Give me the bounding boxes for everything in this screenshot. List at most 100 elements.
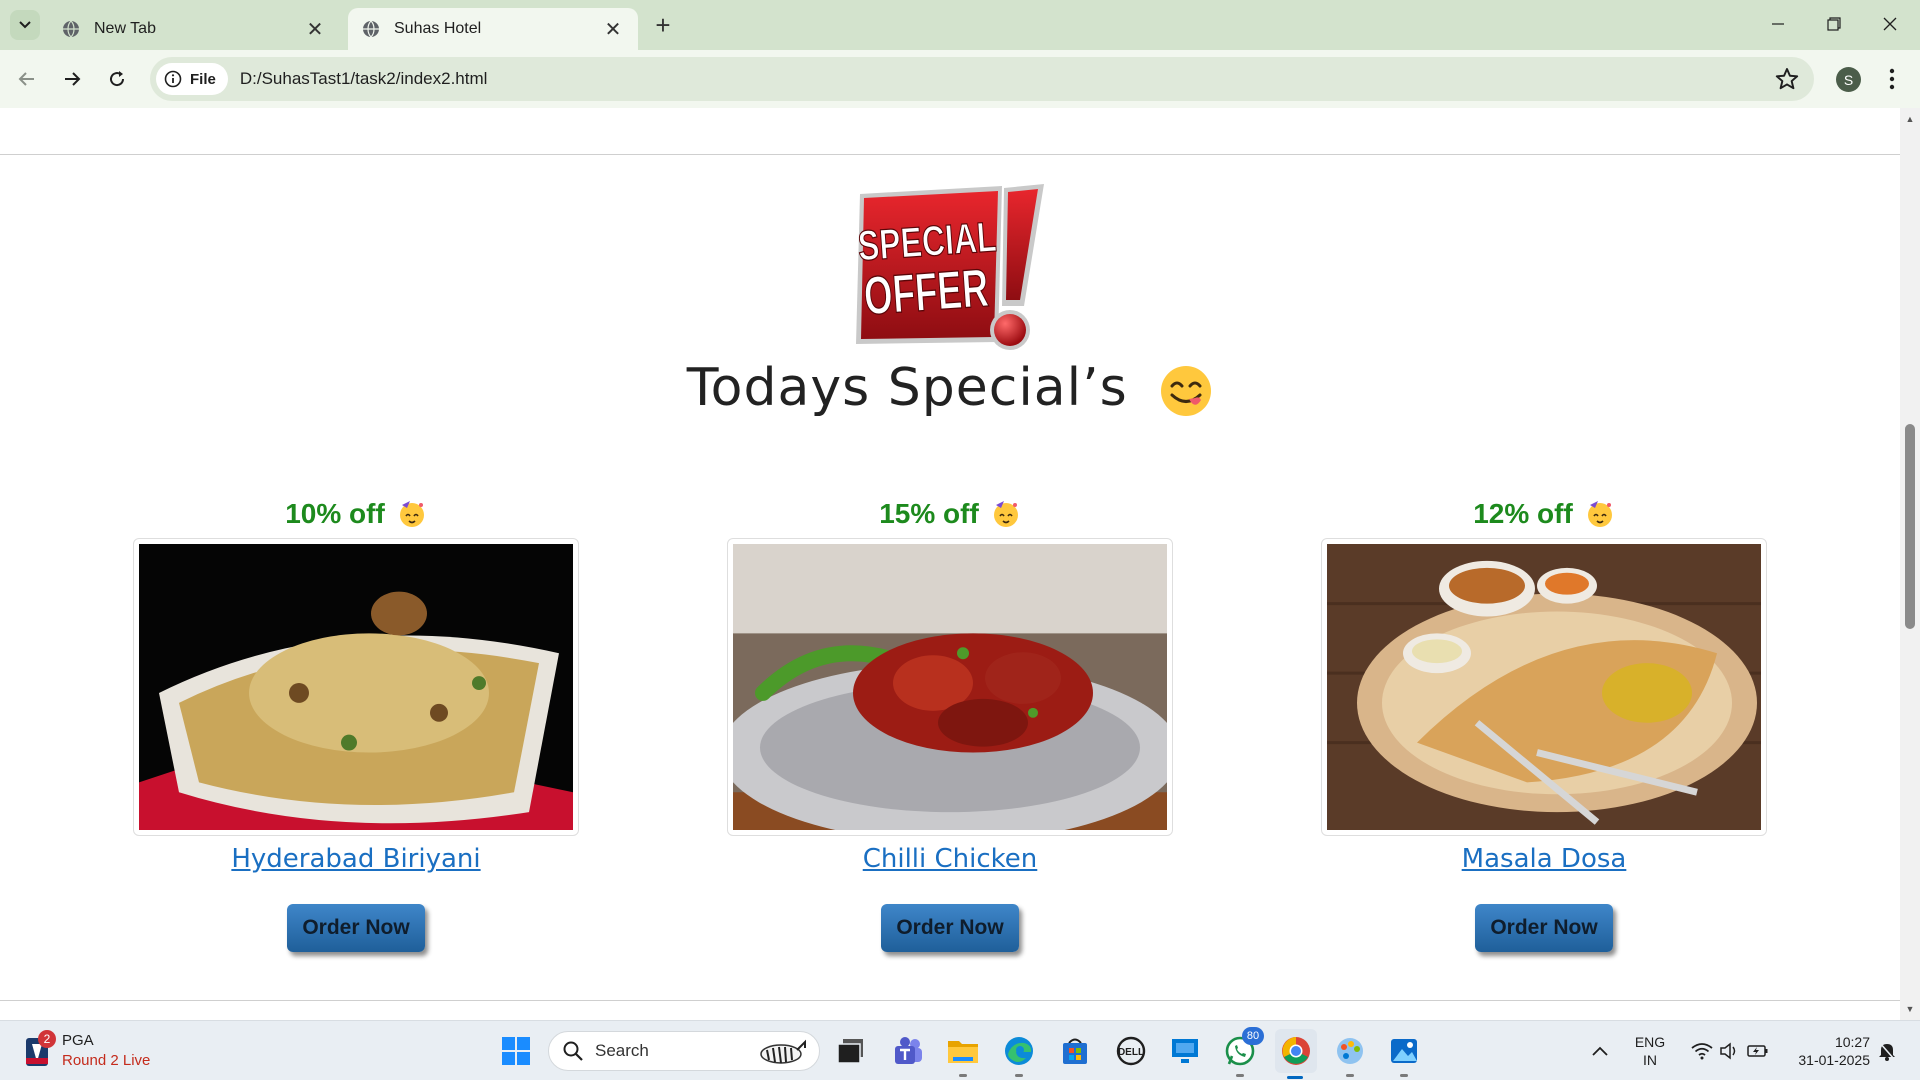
start-button[interactable] bbox=[496, 1031, 536, 1071]
show-hidden-icons-button[interactable] bbox=[1582, 1031, 1618, 1071]
info-icon bbox=[164, 70, 182, 88]
profile-avatar[interactable]: S bbox=[1836, 67, 1861, 92]
running-indicator bbox=[959, 1074, 967, 1077]
address-bar[interactable]: File D:/SuhasTast1/task2/index2.html bbox=[150, 57, 1814, 101]
system-clock[interactable]: 10:27 31-01-2025 bbox=[1784, 1033, 1870, 1069]
page-viewport: SPECIAL OFFER Todays Special’s 10% off H… bbox=[0, 108, 1900, 1020]
tab-title: Suhas Hotel bbox=[394, 20, 482, 37]
discount-text: 10% off bbox=[285, 498, 385, 529]
windows-taskbar: 2 PGA Round 2 Live Search DELL 80 ENG IN… bbox=[0, 1020, 1920, 1080]
site-info-chip[interactable]: File bbox=[156, 63, 228, 95]
dish-link[interactable]: Chilli Chicken bbox=[727, 844, 1173, 874]
whatsapp-button[interactable]: 80 bbox=[1220, 1027, 1264, 1077]
order-now-button[interactable]: Order Now bbox=[1475, 904, 1613, 952]
browser-menu-button[interactable] bbox=[1880, 64, 1904, 94]
running-indicator bbox=[1236, 1074, 1244, 1077]
task-view-button[interactable] bbox=[831, 1031, 871, 1071]
chevron-up-icon bbox=[1592, 1046, 1608, 1056]
dish-photo-frame bbox=[727, 538, 1173, 836]
page-scrollbar[interactable]: ▲ ▼ bbox=[1900, 108, 1920, 1020]
dish-link[interactable]: Hyderabad Biriyani bbox=[133, 844, 579, 874]
news-widget[interactable]: 2 PGA Round 2 Live bbox=[24, 1029, 204, 1073]
language-indicator[interactable]: ENG IN bbox=[1624, 1033, 1676, 1069]
close-window-button[interactable] bbox=[1862, 8, 1918, 40]
url-text[interactable]: D:/SuhasTast1/task2/index2.html bbox=[240, 69, 1774, 89]
masala-dosa-photo bbox=[1327, 544, 1761, 830]
file-explorer-button[interactable] bbox=[943, 1031, 983, 1077]
pga-logo-icon: 2 bbox=[24, 1030, 56, 1068]
discount-text: 12% off bbox=[1473, 498, 1573, 529]
party-face-icon bbox=[1587, 501, 1612, 527]
zebra-search-highlight-icon bbox=[760, 1039, 806, 1064]
site-info-label: File bbox=[190, 70, 216, 88]
clock-time: 10:27 bbox=[1834, 1034, 1870, 1050]
battery-charging-icon bbox=[1747, 1045, 1768, 1057]
new-tab-button[interactable]: + bbox=[650, 10, 676, 40]
dish-link[interactable]: Masala Dosa bbox=[1321, 844, 1767, 874]
store-button[interactable] bbox=[1055, 1031, 1095, 1071]
tab-search-button[interactable] bbox=[10, 10, 40, 40]
close-icon bbox=[1883, 17, 1897, 31]
restore-button[interactable] bbox=[1806, 8, 1862, 40]
chrome-button[interactable] bbox=[1275, 1029, 1317, 1079]
page-title: Todays Special’s bbox=[686, 358, 1128, 418]
close-tab-icon[interactable]: ✕ bbox=[304, 18, 326, 41]
notification-badge: 80 bbox=[1242, 1027, 1264, 1045]
discount-label: 15% off bbox=[727, 494, 1173, 534]
more-vertical-icon bbox=[1889, 68, 1895, 90]
tab-suhas-hotel[interactable]: Suhas Hotel ✕ bbox=[348, 8, 638, 50]
forward-button[interactable] bbox=[55, 62, 89, 96]
browser-toolbar: File D:/SuhasTast1/task2/index2.html S bbox=[0, 50, 1920, 108]
browser-tab-strip: New Tab ✕ Suhas Hotel ✕ + bbox=[0, 0, 1920, 50]
language-code: ENG bbox=[1634, 1034, 1666, 1050]
photos-button[interactable] bbox=[1384, 1031, 1424, 1077]
running-indicator bbox=[1015, 1074, 1023, 1077]
edge-button[interactable] bbox=[999, 1031, 1039, 1077]
svg-text:DELL: DELL bbox=[1118, 1047, 1144, 1058]
scroll-down-arrow-icon[interactable]: ▼ bbox=[1905, 1004, 1915, 1014]
taskbar-search-box[interactable]: Search bbox=[548, 1031, 820, 1071]
reload-icon bbox=[110, 71, 125, 87]
scroll-up-arrow-icon[interactable]: ▲ bbox=[1905, 114, 1915, 124]
active-indicator bbox=[1287, 1076, 1303, 1079]
reload-button[interactable] bbox=[100, 62, 134, 96]
tab-title: New Tab bbox=[94, 20, 156, 37]
search-icon bbox=[563, 1041, 583, 1061]
section-divider bbox=[0, 154, 1900, 155]
wifi-icon bbox=[1691, 1043, 1713, 1060]
store-icon bbox=[1063, 1038, 1087, 1064]
discount-label: 12% off bbox=[1321, 494, 1767, 534]
minimize-button[interactable] bbox=[1750, 8, 1806, 40]
file-explorer-icon bbox=[948, 1041, 978, 1063]
globe-icon bbox=[63, 20, 79, 38]
dell-icon: DELL bbox=[1116, 1036, 1146, 1066]
chevron-down-icon bbox=[19, 21, 31, 29]
search-placeholder: Search bbox=[595, 1041, 649, 1060]
notification-badge: 2 bbox=[38, 1030, 56, 1048]
task-view-icon bbox=[837, 1039, 863, 1064]
dish-photo-frame bbox=[1321, 538, 1767, 836]
back-button[interactable] bbox=[10, 62, 44, 96]
special-offer-badge: SPECIAL OFFER bbox=[856, 184, 1044, 350]
paint-button[interactable] bbox=[1330, 1031, 1370, 1077]
close-tab-icon[interactable]: ✕ bbox=[602, 18, 624, 41]
order-now-button[interactable]: Order Now bbox=[287, 904, 425, 952]
quick-settings-button[interactable] bbox=[1680, 1031, 1780, 1071]
running-indicator bbox=[1400, 1074, 1408, 1077]
scroll-thumb[interactable] bbox=[1905, 424, 1915, 629]
dell-button[interactable]: DELL bbox=[1111, 1031, 1151, 1071]
bookmark-star-icon[interactable] bbox=[1774, 66, 1800, 92]
volume-icon bbox=[1720, 1042, 1736, 1060]
widget-text: PGA Round 2 Live bbox=[62, 1031, 150, 1071]
party-face-icon bbox=[993, 501, 1018, 527]
photos-icon bbox=[1391, 1039, 1417, 1063]
teams-button[interactable] bbox=[887, 1031, 927, 1071]
notifications-button[interactable] bbox=[1872, 1031, 1902, 1071]
minimize-icon bbox=[1772, 23, 1784, 25]
paint-icon bbox=[1337, 1038, 1363, 1064]
yum-face-icon bbox=[1161, 366, 1212, 416]
restore-icon bbox=[1827, 17, 1841, 31]
order-now-button[interactable]: Order Now bbox=[881, 904, 1019, 952]
remote-desktop-button[interactable] bbox=[1165, 1031, 1205, 1071]
tab-new-tab[interactable]: New Tab ✕ bbox=[48, 8, 340, 50]
